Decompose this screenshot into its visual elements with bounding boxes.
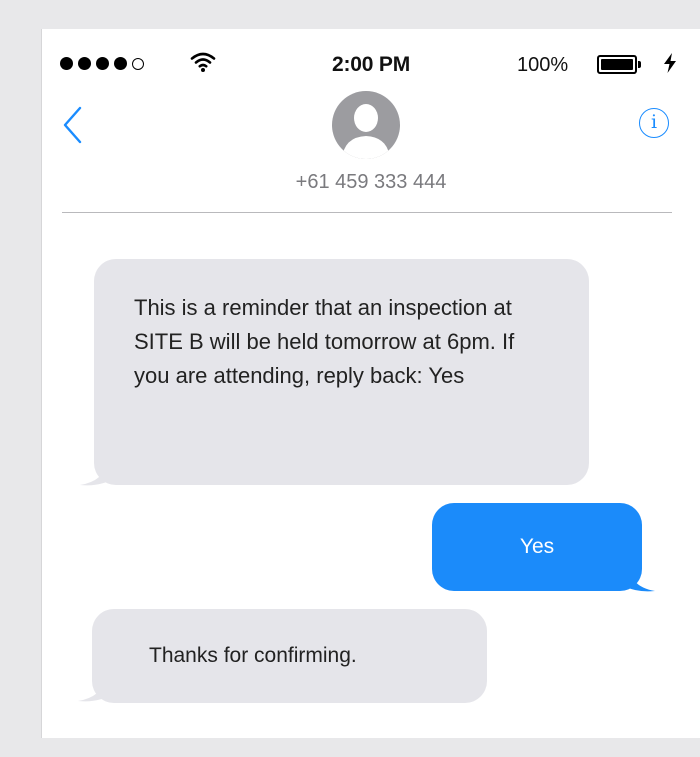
phone-screen: 2:00 PM 100% i +61 459 333 444 This is a… (41, 29, 700, 738)
battery-percent: 100% (517, 54, 569, 76)
message-bubble-incoming[interactable]: Thanks for confirming. (92, 609, 487, 703)
back-chevron-icon[interactable] (60, 105, 86, 145)
battery-icon (597, 55, 637, 74)
person-icon (342, 104, 390, 159)
charging-bolt-icon (664, 53, 676, 73)
message-bubble-incoming[interactable]: This is a reminder that an inspection at… (94, 259, 589, 485)
header-divider (62, 212, 672, 213)
info-button[interactable]: i (639, 108, 669, 138)
contact-avatar[interactable] (332, 91, 400, 159)
contact-number[interactable]: +61 459 333 444 (42, 171, 700, 194)
battery-tip (638, 61, 641, 68)
status-bar: 2:00 PM 100% (42, 29, 700, 99)
battery-fill (601, 59, 633, 70)
message-bubble-outgoing[interactable]: Yes (432, 503, 642, 591)
